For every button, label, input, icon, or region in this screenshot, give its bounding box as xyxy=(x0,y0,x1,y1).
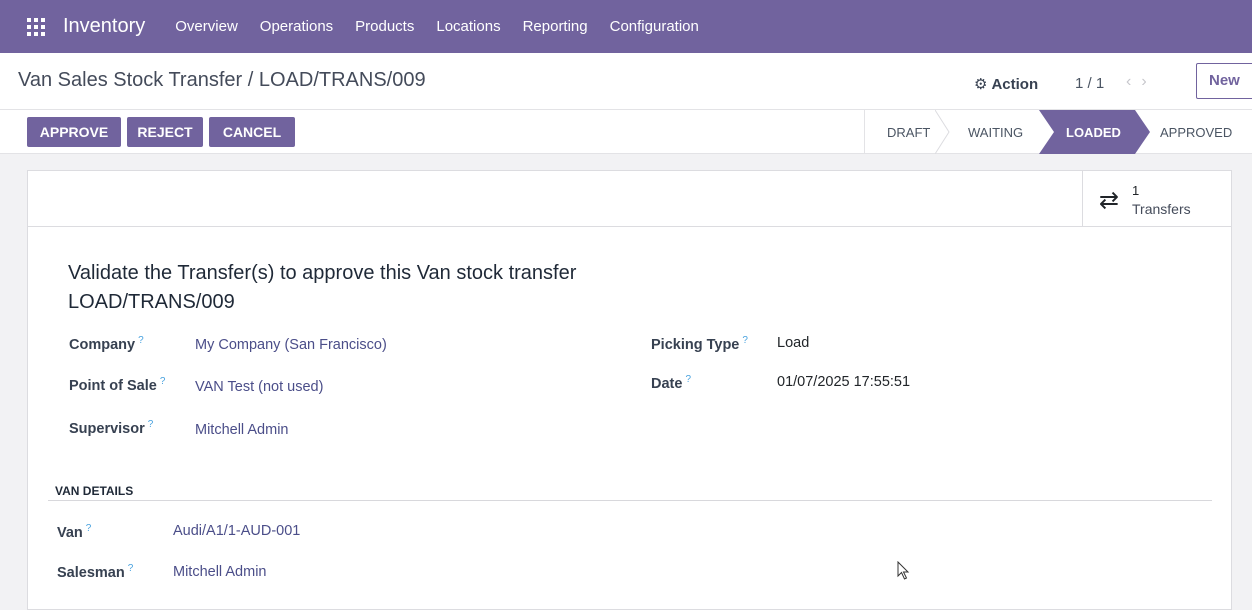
company-label: Company? xyxy=(69,335,144,353)
picking-type-label: Picking Type? xyxy=(651,335,748,353)
menu-locations[interactable]: Locations xyxy=(436,18,500,35)
chevron-left-icon[interactable]: ‹ xyxy=(1126,73,1141,90)
mouse-cursor-icon xyxy=(897,561,910,580)
app-name[interactable]: Inventory xyxy=(63,15,145,38)
form-sheet: ⇄ 1 Transfers Validate the Transfer(s) t… xyxy=(27,170,1232,610)
date-label: Date? xyxy=(651,374,691,392)
menu-configuration[interactable]: Configuration xyxy=(610,18,699,35)
menu-operations[interactable]: Operations xyxy=(260,18,333,35)
transfers-smart-button[interactable]: ⇄ 1 Transfers xyxy=(1082,171,1231,227)
statusbar: DRAFT WAITING LOADED APPROVED xyxy=(864,110,1232,154)
date-field[interactable]: 01/07/2025 17:55:51 xyxy=(777,374,910,390)
approve-button[interactable]: APPROVE xyxy=(27,117,121,147)
section-divider xyxy=(48,500,1212,501)
help-icon[interactable]: ? xyxy=(685,374,691,385)
top-navbar: Inventory Overview Operations Products L… xyxy=(0,0,1252,53)
supervisor-label: Supervisor? xyxy=(69,419,154,437)
help-icon[interactable]: ? xyxy=(86,523,92,534)
salesman-field[interactable]: Mitchell Admin xyxy=(173,564,266,580)
pos-field[interactable]: VAN Test (not used) xyxy=(195,379,323,395)
van-label: Van? xyxy=(57,523,92,541)
help-icon[interactable]: ? xyxy=(128,563,134,574)
action-label: Action xyxy=(991,76,1039,93)
gear-icon: ⚙ xyxy=(974,76,988,93)
transfers-label: Transfers xyxy=(1132,201,1191,217)
pos-label: Point of Sale? xyxy=(69,376,166,394)
stage-draft[interactable]: DRAFT xyxy=(865,110,943,154)
menu-reporting[interactable]: Reporting xyxy=(523,18,588,35)
breadcrumb[interactable]: Van Sales Stock Transfer / LOAD/TRANS/00… xyxy=(18,69,426,92)
reject-button[interactable]: REJECT xyxy=(127,117,203,147)
pager-arrows: ‹› xyxy=(1126,73,1157,91)
help-icon[interactable]: ? xyxy=(742,335,748,346)
form-title: Validate the Transfer(s) to approve this… xyxy=(68,259,576,317)
section-title-van-details: VAN DETAILS xyxy=(55,484,134,498)
form-title-line1: Validate the Transfer(s) to approve this… xyxy=(68,262,577,284)
van-field[interactable]: Audi/A1/1-AUD-001 xyxy=(173,523,300,539)
stage-waiting[interactable]: WAITING xyxy=(951,110,1041,154)
picking-type-field[interactable]: Load xyxy=(777,335,809,351)
menu-overview[interactable]: Overview xyxy=(175,18,238,35)
supervisor-field[interactable]: Mitchell Admin xyxy=(195,422,288,438)
stage-loaded[interactable]: LOADED xyxy=(1066,110,1136,154)
help-icon[interactable]: ? xyxy=(160,376,166,387)
menu-products[interactable]: Products xyxy=(355,18,414,35)
transfer-arrows-icon: ⇄ xyxy=(1099,187,1120,214)
stage-separator xyxy=(935,110,950,154)
new-button[interactable]: New xyxy=(1196,63,1252,99)
status-row: APPROVE REJECT CANCEL DRAFT WAITING LOAD… xyxy=(0,110,1252,154)
help-icon[interactable]: ? xyxy=(138,335,144,346)
salesman-label: Salesman? xyxy=(57,563,134,581)
control-panel: Van Sales Stock Transfer / LOAD/TRANS/00… xyxy=(0,53,1252,110)
transfers-count: 1 xyxy=(1132,183,1140,198)
chevron-right-icon[interactable]: › xyxy=(1141,73,1156,90)
button-box: ⇄ 1 Transfers xyxy=(28,171,1231,227)
cancel-button[interactable]: CANCEL xyxy=(209,117,295,147)
company-field[interactable]: My Company (San Francisco) xyxy=(195,337,387,353)
help-icon[interactable]: ? xyxy=(148,419,154,430)
apps-grid-icon[interactable] xyxy=(27,17,45,36)
action-button[interactable]: ⚙ Action xyxy=(974,75,1038,93)
form-title-line2: LOAD/TRANS/009 xyxy=(68,291,235,313)
stage-approved[interactable]: APPROVED xyxy=(1160,110,1240,154)
pager-value[interactable]: 1 / 1 xyxy=(1075,75,1104,92)
